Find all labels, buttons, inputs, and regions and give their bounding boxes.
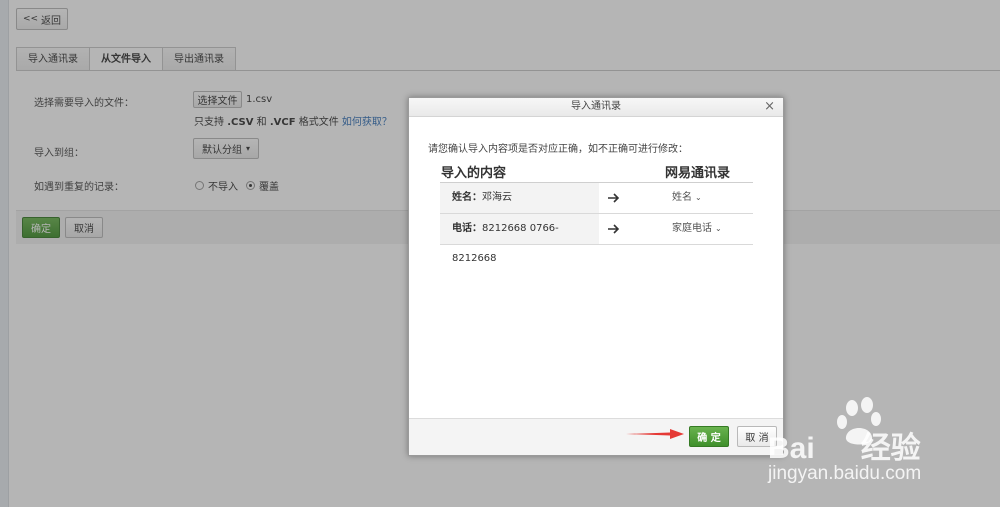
target-field-value: 家庭电话 bbox=[672, 223, 712, 234]
source-field: 电话：8212668 0766-8212668 bbox=[440, 214, 599, 264]
arrow-right-icon bbox=[608, 183, 622, 213]
field-mapping-table: 姓名：邓海云 姓名 ⌄ 电话：8212668 0766-8212668 家庭电话… bbox=[440, 182, 753, 264]
chevron-down-icon: ⌄ bbox=[695, 193, 702, 202]
target-field-select[interactable]: 家庭电话 ⌄ bbox=[672, 214, 722, 244]
target-field-select[interactable]: 姓名 ⌄ bbox=[672, 183, 702, 213]
arrow-right-icon bbox=[608, 214, 622, 244]
dialog-title: 导入通讯录 bbox=[571, 101, 621, 112]
dialog-hint: 请您确认导入内容项是否对应正确，如不正确可进行修改： bbox=[428, 144, 688, 155]
mapping-row: 姓名：邓海云 姓名 ⌄ bbox=[440, 183, 753, 214]
dialog-footer: 确 定 取 消 bbox=[409, 418, 783, 455]
watermark-brand: Bai 经验 bbox=[768, 432, 921, 465]
red-arrow-annotation bbox=[626, 429, 684, 439]
column-header-target: 网易通讯录 bbox=[665, 166, 731, 181]
source-field: 姓名：邓海云 bbox=[440, 183, 599, 213]
import-confirm-dialog: 导入通讯录 × 请您确认导入内容项是否对应正确，如不正确可进行修改： 导入的内容… bbox=[408, 97, 784, 456]
dialog-titlebar: 导入通讯录 × bbox=[409, 98, 783, 117]
baidu-jingyan-watermark: Bai 经验 jingyan.baidu.com bbox=[760, 395, 1000, 510]
watermark-url: jingyan.baidu.com bbox=[768, 463, 922, 484]
target-field-value: 姓名 bbox=[672, 192, 692, 203]
chevron-down-icon: ⌄ bbox=[715, 224, 722, 233]
dialog-confirm-button[interactable]: 确 定 bbox=[689, 426, 729, 447]
column-header-source: 导入的内容 bbox=[441, 166, 507, 181]
mapping-row: 电话：8212668 0766-8212668 家庭电话 ⌄ bbox=[440, 214, 753, 264]
close-icon[interactable]: × bbox=[764, 98, 775, 116]
